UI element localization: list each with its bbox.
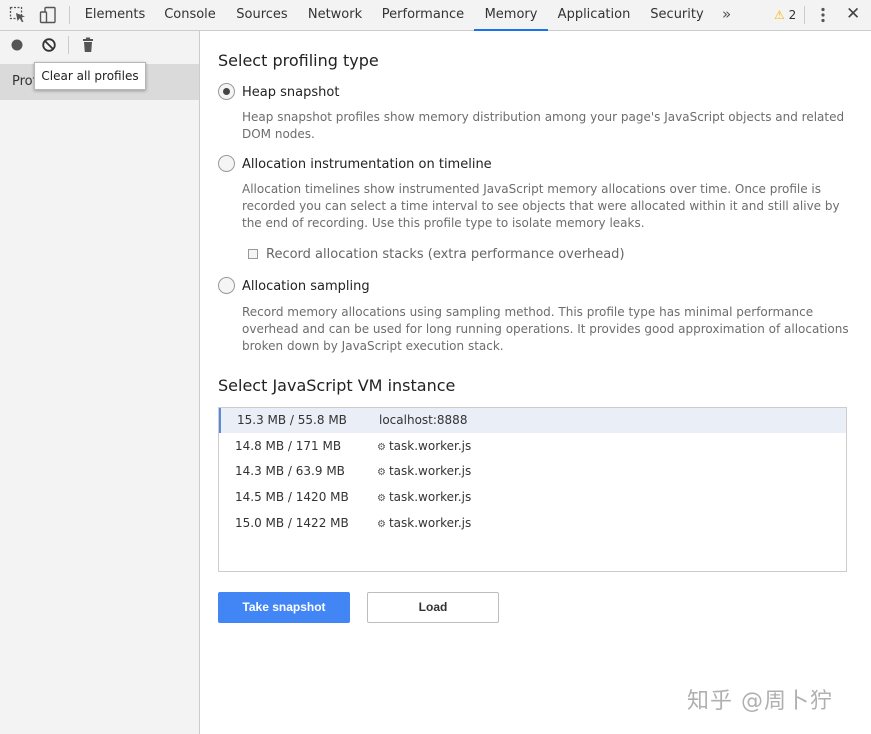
devtools-tab-bar: Elements Console Sources Network Perform… (0, 0, 871, 31)
heap-snapshot-label[interactable]: Heap snapshot (242, 85, 339, 100)
tab-memory[interactable]: Memory (474, 0, 548, 31)
vm-name: ⚙ task.worker.js (377, 464, 472, 478)
worker-gear-icon: ⚙ (377, 442, 386, 453)
profiles-sidebar: Prof (0, 31, 200, 734)
record-stacks-checkbox[interactable] (248, 249, 258, 259)
vm-name: ⚙ task.worker.js (377, 490, 472, 504)
tab-network[interactable]: Network (304, 0, 366, 30)
load-button[interactable]: Load (367, 592, 499, 623)
device-toolbar-icon[interactable] (39, 6, 57, 24)
vm-instance-row[interactable]: 14.3 MB / 63.9 MB ⚙ task.worker.js (219, 459, 846, 484)
close-devtools-icon[interactable]: ✕ (846, 4, 860, 24)
more-tabs-icon[interactable]: » (722, 0, 731, 30)
allocation-timeline-description: Allocation timelines show instrumented J… (242, 182, 840, 230)
heap-snapshot-radio[interactable] (218, 83, 235, 100)
tab-elements[interactable]: Elements (84, 0, 146, 30)
allocation-sampling-label[interactable]: Allocation sampling (242, 279, 370, 294)
vm-instance-row[interactable]: 14.8 MB / 171 MB ⚙ task.worker.js (219, 434, 846, 459)
memory-panel: Select profiling type Heap snapshot Heap… (200, 31, 871, 734)
trash-icon[interactable] (79, 36, 97, 54)
vm-name: ⚙ task.worker.js (377, 516, 472, 530)
warning-icon: ⚠ (774, 8, 785, 22)
vm-instance-title: Select JavaScript VM instance (218, 376, 456, 395)
toolbar-divider (69, 6, 70, 24)
vm-instance-row[interactable]: 15.0 MB / 1422 MB ⚙ task.worker.js (219, 511, 846, 536)
record-stacks-label[interactable]: Record allocation stacks (extra performa… (266, 247, 625, 262)
worker-gear-icon: ⚙ (377, 519, 386, 530)
clear-profiles-tooltip: Clear all profiles (34, 62, 146, 90)
warnings-counter[interactable]: ⚠ 2 (774, 0, 796, 30)
vm-instance-list: 15.3 MB / 55.8 MB localhost:8888 14.8 MB… (218, 407, 847, 572)
heap-snapshot-description: Heap snapshot profiles show memory distr… (242, 110, 845, 141)
warnings-count: 2 (788, 8, 797, 22)
vm-memory: 14.3 MB / 63.9 MB (235, 464, 345, 478)
inspect-element-icon[interactable] (9, 6, 27, 24)
vm-instance-row[interactable]: 15.3 MB / 55.8 MB localhost:8888 (219, 408, 846, 433)
vm-name: localhost:8888 (379, 413, 468, 427)
vm-memory: 14.8 MB / 171 MB (235, 439, 342, 453)
toolbar-divider (68, 36, 69, 54)
vm-name: ⚙ task.worker.js (377, 439, 472, 453)
allocation-sampling-radio[interactable] (218, 277, 235, 294)
vm-instance-row[interactable]: 14.5 MB / 1420 MB ⚙ task.worker.js (219, 485, 846, 510)
allocation-timeline-label[interactable]: Allocation instrumentation on timeline (242, 157, 492, 172)
tab-application[interactable]: Application (556, 0, 632, 30)
worker-gear-icon: ⚙ (377, 467, 386, 478)
clear-profiles-icon[interactable] (40, 36, 58, 54)
record-icon[interactable] (8, 36, 26, 54)
worker-gear-icon: ⚙ (377, 493, 386, 504)
vm-memory: 14.5 MB / 1420 MB (235, 490, 349, 504)
watermark: 知乎 @周卜狞 (687, 689, 833, 714)
allocation-sampling-description: Record memory allocations using sampling… (242, 305, 849, 353)
vm-memory: 15.3 MB / 55.8 MB (237, 413, 347, 427)
tab-security[interactable]: Security (648, 0, 706, 30)
tab-sources[interactable]: Sources (233, 0, 291, 30)
more-options-icon[interactable] (814, 6, 832, 24)
profiling-type-title: Select profiling type (218, 51, 379, 70)
toolbar-divider (804, 6, 805, 24)
tab-console[interactable]: Console (160, 0, 220, 30)
vm-memory: 15.0 MB / 1422 MB (235, 516, 349, 530)
tab-performance[interactable]: Performance (380, 0, 466, 30)
allocation-timeline-radio[interactable] (218, 155, 235, 172)
take-snapshot-button[interactable]: Take snapshot (218, 592, 350, 623)
profiles-toolbar (0, 31, 199, 59)
